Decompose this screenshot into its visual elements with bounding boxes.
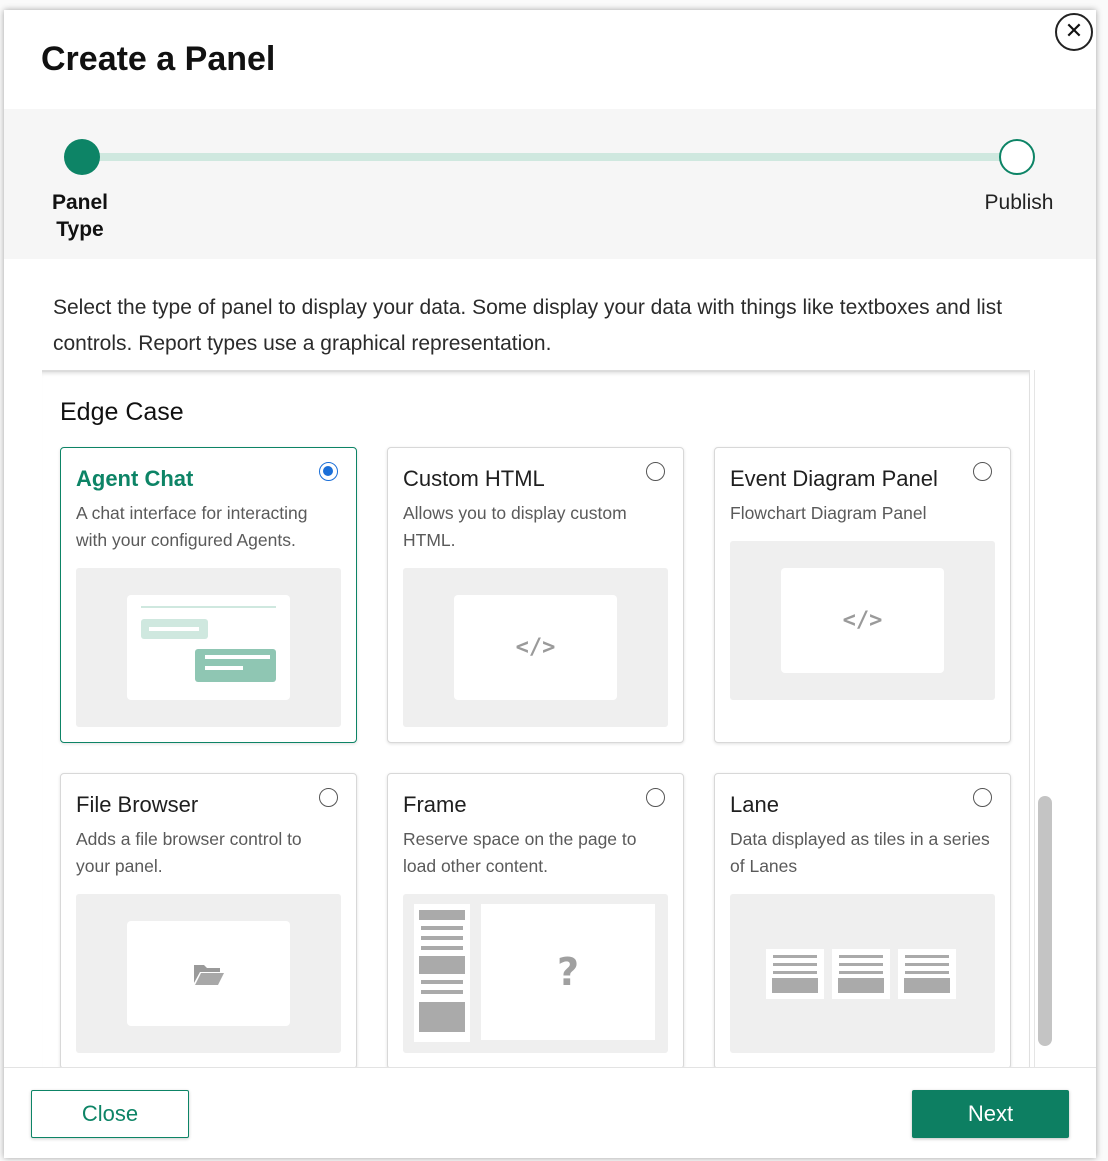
card-preview xyxy=(730,894,995,1053)
dialog-title: Create a Panel xyxy=(41,40,276,78)
next-button[interactable]: Next xyxy=(912,1090,1069,1138)
step-label-publish: Publish xyxy=(984,191,1054,214)
close-button[interactable]: Close xyxy=(31,1090,189,1138)
card-title: Agent Chat xyxy=(76,466,194,491)
card-description: Flowchart Diagram Panel xyxy=(730,503,927,523)
radio-frame[interactable] xyxy=(646,788,665,807)
frame-preview-icon: ? xyxy=(414,904,655,1042)
card-description: Reserve space on the page to load other … xyxy=(403,829,637,876)
close-icon[interactable]: ✕ xyxy=(1055,13,1093,51)
create-panel-dialog: ✕ Create a Panel Panel Type Publish Sele… xyxy=(4,10,1096,1158)
card-title: Event Diagram Panel xyxy=(730,466,938,491)
panel-card-lane[interactable]: Lane Data displayed as tiles in a series… xyxy=(714,773,1011,1068)
stepper-progress-line xyxy=(82,153,1017,161)
card-description: A chat interface for interacting with yo… xyxy=(76,503,308,550)
card-preview: ? xyxy=(403,894,668,1053)
chat-preview-icon xyxy=(127,595,290,700)
scrollbar-thumb[interactable] xyxy=(1038,796,1052,1046)
section-heading: Edge Case xyxy=(60,398,184,426)
radio-agent-chat[interactable] xyxy=(319,462,338,481)
card-preview: </> xyxy=(730,541,995,700)
card-description: Adds a file browser control to your pane… xyxy=(76,829,302,876)
card-description: Allows you to display custom HTML. xyxy=(403,503,627,550)
folder-icon xyxy=(127,921,290,1026)
code-icon: </> xyxy=(781,568,944,673)
radio-custom-html[interactable] xyxy=(646,462,665,481)
stepper: Panel Type Publish xyxy=(4,109,1096,259)
card-title: Frame xyxy=(403,792,467,817)
panel-card-event-diagram[interactable]: Event Diagram Panel Flowchart Diagram Pa… xyxy=(714,447,1011,743)
card-title: Custom HTML xyxy=(403,466,545,491)
panel-type-list[interactable]: Edge Case Agent Chat A chat interface fo… xyxy=(42,370,1030,1068)
card-preview: </> xyxy=(403,568,668,727)
svg-text:?: ? xyxy=(557,950,579,994)
card-description: Data displayed as tiles in a series of L… xyxy=(730,829,990,876)
lanes-icon xyxy=(766,949,956,999)
radio-event-diagram[interactable] xyxy=(973,462,992,481)
panel-card-custom-html[interactable]: Custom HTML Allows you to display custom… xyxy=(387,447,684,743)
panel-card-file-browser[interactable]: File Browser Adds a file browser control… xyxy=(60,773,357,1068)
code-icon: </> xyxy=(454,595,617,700)
card-preview xyxy=(76,568,341,727)
dialog-footer: Close Next xyxy=(4,1067,1096,1158)
panel-card-frame[interactable]: Frame Reserve space on the page to load … xyxy=(387,773,684,1068)
card-title: File Browser xyxy=(76,792,199,817)
card-preview xyxy=(76,894,341,1053)
radio-file-browser[interactable] xyxy=(319,788,338,807)
card-title: Lane xyxy=(730,792,779,817)
step-indicator-publish xyxy=(999,139,1035,175)
radio-lane[interactable] xyxy=(973,788,992,807)
intro-text: Select the type of panel to display your… xyxy=(53,296,1003,355)
step-label-panel-type: Panel Type xyxy=(51,191,109,241)
step-indicator-panel-type xyxy=(64,139,100,175)
panel-card-agent-chat[interactable]: Agent Chat A chat interface for interact… xyxy=(60,447,357,743)
